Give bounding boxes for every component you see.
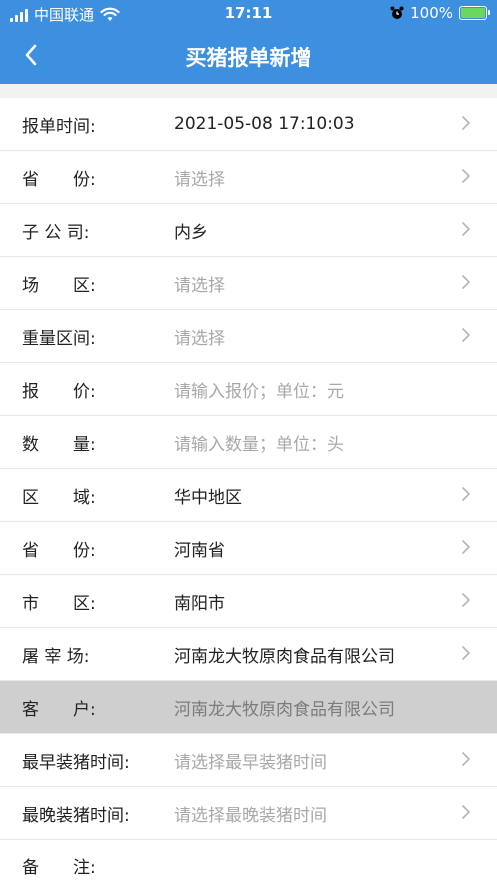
form-row-earliest-loading-time[interactable]: 最早装猪时间: 请选择最早装猪时间 [0,734,497,787]
chevron-right-icon [462,805,470,819]
field-select-weight-range[interactable]: 请选择 [174,324,455,349]
field-select-city[interactable]: 南阳市 [174,589,455,614]
status-right: 100% [390,4,490,22]
field-label: 最早装猪时间: [22,752,130,773]
chevron-right-icon [462,275,470,289]
form-row-farm-area[interactable]: 场 区: 请选择 [0,257,497,310]
chevron-right-icon [462,487,470,501]
nav-bar: 买猪报单新增 [0,28,497,84]
chevron-right-icon [462,593,470,607]
field-label: 报 价: [22,381,96,402]
form-row-region[interactable]: 区 域: 华中地区 [0,469,497,522]
field-label: 数 量: [22,434,96,455]
chevron-right-icon [462,752,470,766]
battery-icon [459,6,490,20]
field-label: 报单时间: [22,116,96,137]
chevron-right-icon [462,328,470,342]
field-select-province-2[interactable]: 河南省 [174,536,455,561]
form-row-weight-range[interactable]: 重量区间: 请选择 [0,310,497,363]
chevron-right-icon [462,116,470,130]
form-row-province-2[interactable]: 省 份: 河南省 [0,522,497,575]
field-input-price[interactable]: 请输入报价；单位：元 [174,377,455,402]
field-label: 省 份: [22,169,96,190]
field-label: 区 域: [22,487,96,508]
field-select-farm-area[interactable]: 请选择 [174,271,455,296]
field-select-subsidiary[interactable]: 内乡 [174,218,455,243]
form-row-latest-loading-time[interactable]: 最晚装猪时间: 请选择最晚装猪时间 [0,787,497,840]
field-label: 屠 宰 场: [22,646,90,667]
chevron-right-icon [462,222,470,236]
field-select-slaughterhouse[interactable]: 河南龙大牧原肉食品有限公司 [174,642,455,667]
form-row-quantity[interactable]: 数 量: 请输入数量；单位：头 [0,416,497,469]
field-select-latest-loading-time[interactable]: 请选择最晚装猪时间 [174,801,455,826]
field-select-order-time[interactable]: 2021-05-08 17:10:03 [174,114,455,134]
order-form: 报单时间: 2021-05-08 17:10:03 省 份: 请选择子 公 司: 内乡场… [0,98,497,890]
chevron-right-icon [462,169,470,183]
form-row-subsidiary[interactable]: 子 公 司: 内乡 [0,204,497,257]
page-title: 买猪报单新增 [185,46,312,70]
field-select-earliest-loading-time[interactable]: 请选择最早装猪时间 [174,748,455,773]
field-label: 客 户: [22,699,96,720]
form-row-province[interactable]: 省 份: 请选择 [0,151,497,204]
form-row-order-time[interactable]: 报单时间: 2021-05-08 17:10:03 [0,98,497,151]
field-input-quantity[interactable]: 请输入数量；单位：头 [174,430,455,455]
field-label: 备 注: [22,857,96,878]
form-row-city[interactable]: 市 区: 南阳市 [0,575,497,628]
status-bar: 中国联通 17:11 100% [0,0,497,28]
battery-percent: 100% [410,4,453,22]
field-label: 重量区间: [22,328,96,349]
form-row-slaughterhouse[interactable]: 屠 宰 场: 河南龙大牧原肉食品有限公司 [0,628,497,681]
field-label: 省 份: [22,540,96,561]
chevron-right-icon [462,646,470,660]
field-label: 场 区: [22,275,96,296]
field-label: 最晚装猪时间: [22,805,130,826]
field-input-customer: 河南龙大牧原肉食品有限公司 [174,699,395,720]
form-row-customer: 客 户: 河南龙大牧原肉食品有限公司 [0,681,497,734]
alarm-icon [390,6,404,19]
chevron-right-icon [462,540,470,554]
app-header: 中国联通 17:11 100% 买猪报单新增 [0,0,497,84]
form-row-price[interactable]: 报 价: 请输入报价；单位：元 [0,363,497,416]
field-label: 子 公 司: [22,222,90,243]
field-label: 市 区: [22,593,96,614]
field-select-province[interactable]: 请选择 [174,165,455,190]
field-select-region[interactable]: 华中地区 [174,483,455,508]
